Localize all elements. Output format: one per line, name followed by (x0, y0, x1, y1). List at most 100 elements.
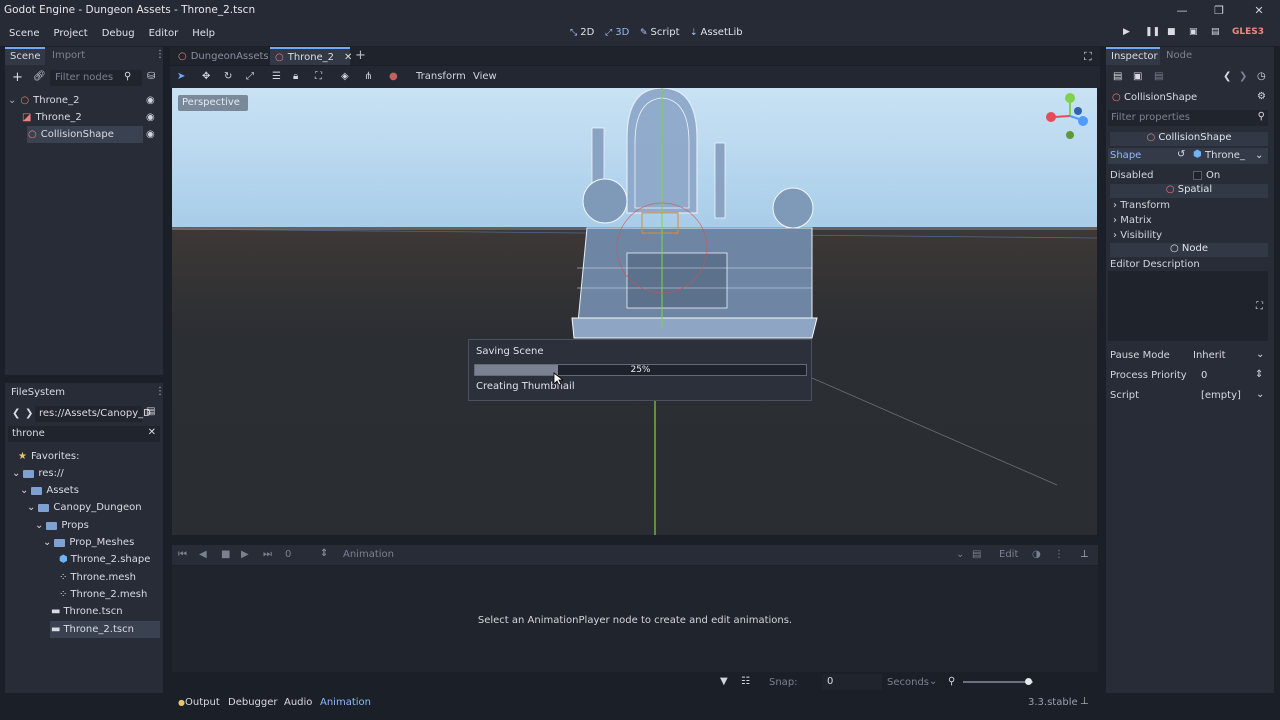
local-space-icon[interactable]: ◈ (341, 71, 349, 82)
anim-edit-button[interactable]: Edit (999, 549, 1018, 560)
revert-icon[interactable]: ↺ (1177, 149, 1185, 160)
instance-icon[interactable]: ⛁ (147, 71, 155, 82)
link-icon[interactable]: 🔗︎ (33, 71, 46, 82)
tab-scene[interactable]: Scene (5, 47, 45, 65)
fs-favorites[interactable]: ★ Favorites: (18, 448, 80, 465)
rotate-tool-icon[interactable]: ↻ (224, 71, 232, 82)
transform-menu[interactable]: Transform (416, 71, 466, 82)
fs-file[interactable]: ⁘ Throne_2.mesh (59, 586, 147, 603)
anim-play-icon[interactable]: ▶ (241, 549, 249, 560)
viewport-3d[interactable]: Perspective (172, 88, 1097, 535)
fs-folder-assets[interactable]: ⌄ Assets (20, 482, 79, 499)
tree-node-root[interactable]: ⌄ ○ Throne_2 (8, 92, 158, 109)
unit-select[interactable]: Seconds (887, 677, 929, 688)
history-forward-icon[interactable]: ❯ (1239, 71, 1247, 82)
open-resource-icon[interactable]: ▣ (1133, 71, 1142, 82)
history-back-icon[interactable]: ❮ (1223, 71, 1231, 82)
dock-menu-icon[interactable]: ⋮ (155, 49, 165, 60)
anim-frame-field[interactable]: 0 (285, 549, 291, 560)
list-select-icon[interactable]: ☰ (272, 71, 281, 82)
disabled-checkbox[interactable] (1193, 171, 1202, 180)
filter-icon[interactable]: ▼ (720, 676, 728, 687)
inspected-object[interactable]: CollisionShape (1124, 92, 1197, 103)
filter-nodes-input[interactable]: Filter nodes ⚲ (50, 70, 142, 86)
back-icon[interactable]: ❮ (12, 408, 20, 419)
pause-mode-select[interactable]: Inherit (1193, 350, 1226, 361)
section-node[interactable]: ○ Node (1110, 243, 1268, 257)
forward-icon[interactable]: ❯ (25, 408, 33, 419)
fs-file-selected[interactable]: ▬ Throne_2.tscn (51, 621, 134, 638)
menu-debug[interactable]: Debug (95, 28, 142, 39)
scale-tool-icon[interactable]: ⤢ (246, 71, 254, 82)
script-value[interactable]: [empty] (1201, 390, 1241, 401)
group-icon[interactable]: ⛶ (315, 71, 322, 82)
fs-folder-prop-meshes[interactable]: ⌄ Prop_Meshes (43, 534, 134, 551)
new-resource-icon[interactable]: ▤ (1113, 71, 1122, 82)
zoom-handle[interactable] (1025, 678, 1032, 685)
anim-back-start-icon[interactable]: ⏮ (178, 549, 187, 560)
tab-output[interactable]: Output (185, 697, 220, 708)
expand-icon[interactable]: ⛶ (1256, 301, 1263, 312)
spinner-icon[interactable]: ⇕ (320, 548, 328, 559)
mode-script-button[interactable]: ✎ Script (640, 27, 680, 38)
pin-icon[interactable]: ⊥ (1080, 696, 1089, 707)
section-collisionshape[interactable]: ○ CollisionShape (1110, 132, 1268, 146)
play-icon[interactable]: ▶ (1123, 27, 1130, 37)
dock-menu-icon[interactable]: ⋮ (155, 386, 165, 397)
fs-folder-res[interactable]: ⌄ res:// (12, 465, 64, 482)
tree-node-collision[interactable]: ○ CollisionShape (28, 126, 114, 143)
visibility-eye-icon[interactable]: ◉ (146, 129, 155, 140)
filter-properties-input[interactable]: Filter properties ⚲ (1108, 110, 1268, 126)
add-node-icon[interactable]: + (12, 70, 23, 85)
fs-folder-canopy[interactable]: ⌄ Canopy_Dungeon (27, 499, 142, 516)
fs-file[interactable]: ⁘ Throne.mesh (59, 569, 136, 586)
menu-project[interactable]: Project (47, 28, 95, 39)
tab-import[interactable]: Import (52, 50, 85, 61)
add-tab-icon[interactable]: + (355, 48, 366, 63)
tab-node[interactable]: Node (1166, 50, 1192, 61)
select-tool-icon[interactable]: ➤ (177, 71, 185, 82)
view-menu[interactable]: View (473, 71, 497, 82)
snap-input[interactable]: 0 (822, 674, 882, 690)
track-list-icon[interactable]: ☷ (741, 676, 750, 687)
mode-2d-button[interactable]: ⤡ 2D (570, 27, 594, 38)
fs-file[interactable]: ▬ Throne.tscn (51, 603, 123, 620)
menu-editor[interactable]: Editor (142, 28, 186, 39)
shape-value[interactable]: Throne_ (1205, 150, 1245, 161)
fullscreen-icon[interactable]: ⛶ (1084, 50, 1092, 64)
anim-list-icon[interactable]: ▤ (972, 549, 981, 560)
lock-icon[interactable]: 🔒︎ (293, 71, 298, 82)
fs-folder-props[interactable]: ⌄ Props (35, 517, 89, 534)
anim-back-icon[interactable]: ◀ (199, 549, 207, 560)
anim-play-end-icon[interactable]: ⏭ (263, 549, 272, 560)
path-field[interactable]: res://Assets/Canopy_D (35, 406, 151, 422)
tab-inspector[interactable]: Inspector (1106, 47, 1160, 65)
mode-assetlib-button[interactable]: ⇣ AssetLib (690, 27, 743, 38)
history-icon[interactable]: ◷ (1257, 71, 1266, 82)
transform-group[interactable]: › Transform (1113, 200, 1170, 211)
tree-node-mesh[interactable]: ◪ Throne_2 (22, 109, 82, 126)
menu-scene[interactable]: Scene (2, 28, 47, 39)
save-resource-icon[interactable]: ▤ (1154, 71, 1163, 82)
menu-help[interactable]: Help (185, 28, 222, 39)
maximize-button[interactable]: ❐ (1199, 0, 1239, 20)
snap-icon[interactable]: ⋔ (364, 71, 372, 82)
play-custom-icon[interactable]: ▤ (1211, 27, 1220, 37)
stop-icon[interactable]: ■ (1167, 27, 1176, 37)
move-tool-icon[interactable]: ✥ (202, 71, 210, 82)
close-tab-icon[interactable]: ✕ (344, 52, 352, 63)
zoom-slider[interactable] (963, 678, 1033, 685)
section-spatial[interactable]: ○ Spatial (1110, 184, 1268, 198)
close-window-button[interactable]: ✕ (1239, 0, 1279, 20)
perspective-menu[interactable]: Perspective (178, 95, 248, 111)
pause-icon[interactable]: ❚❚ (1145, 27, 1160, 37)
camera-icon[interactable]: ● (389, 71, 398, 82)
file-search-input[interactable]: throne ✕ (8, 426, 160, 442)
split-view-icon[interactable]: ▤ (146, 406, 155, 417)
anim-menu-icon[interactable]: ⋮ (1054, 549, 1064, 560)
pin-icon[interactable]: ⊥ (1080, 549, 1089, 560)
renderer-label[interactable]: GLES3 (1232, 27, 1264, 37)
play-scene-icon[interactable]: ▣ (1189, 27, 1198, 37)
anim-autoplay-icon[interactable]: ◑ (1032, 549, 1041, 560)
editor-description-textarea[interactable]: ⛶ (1108, 271, 1268, 341)
